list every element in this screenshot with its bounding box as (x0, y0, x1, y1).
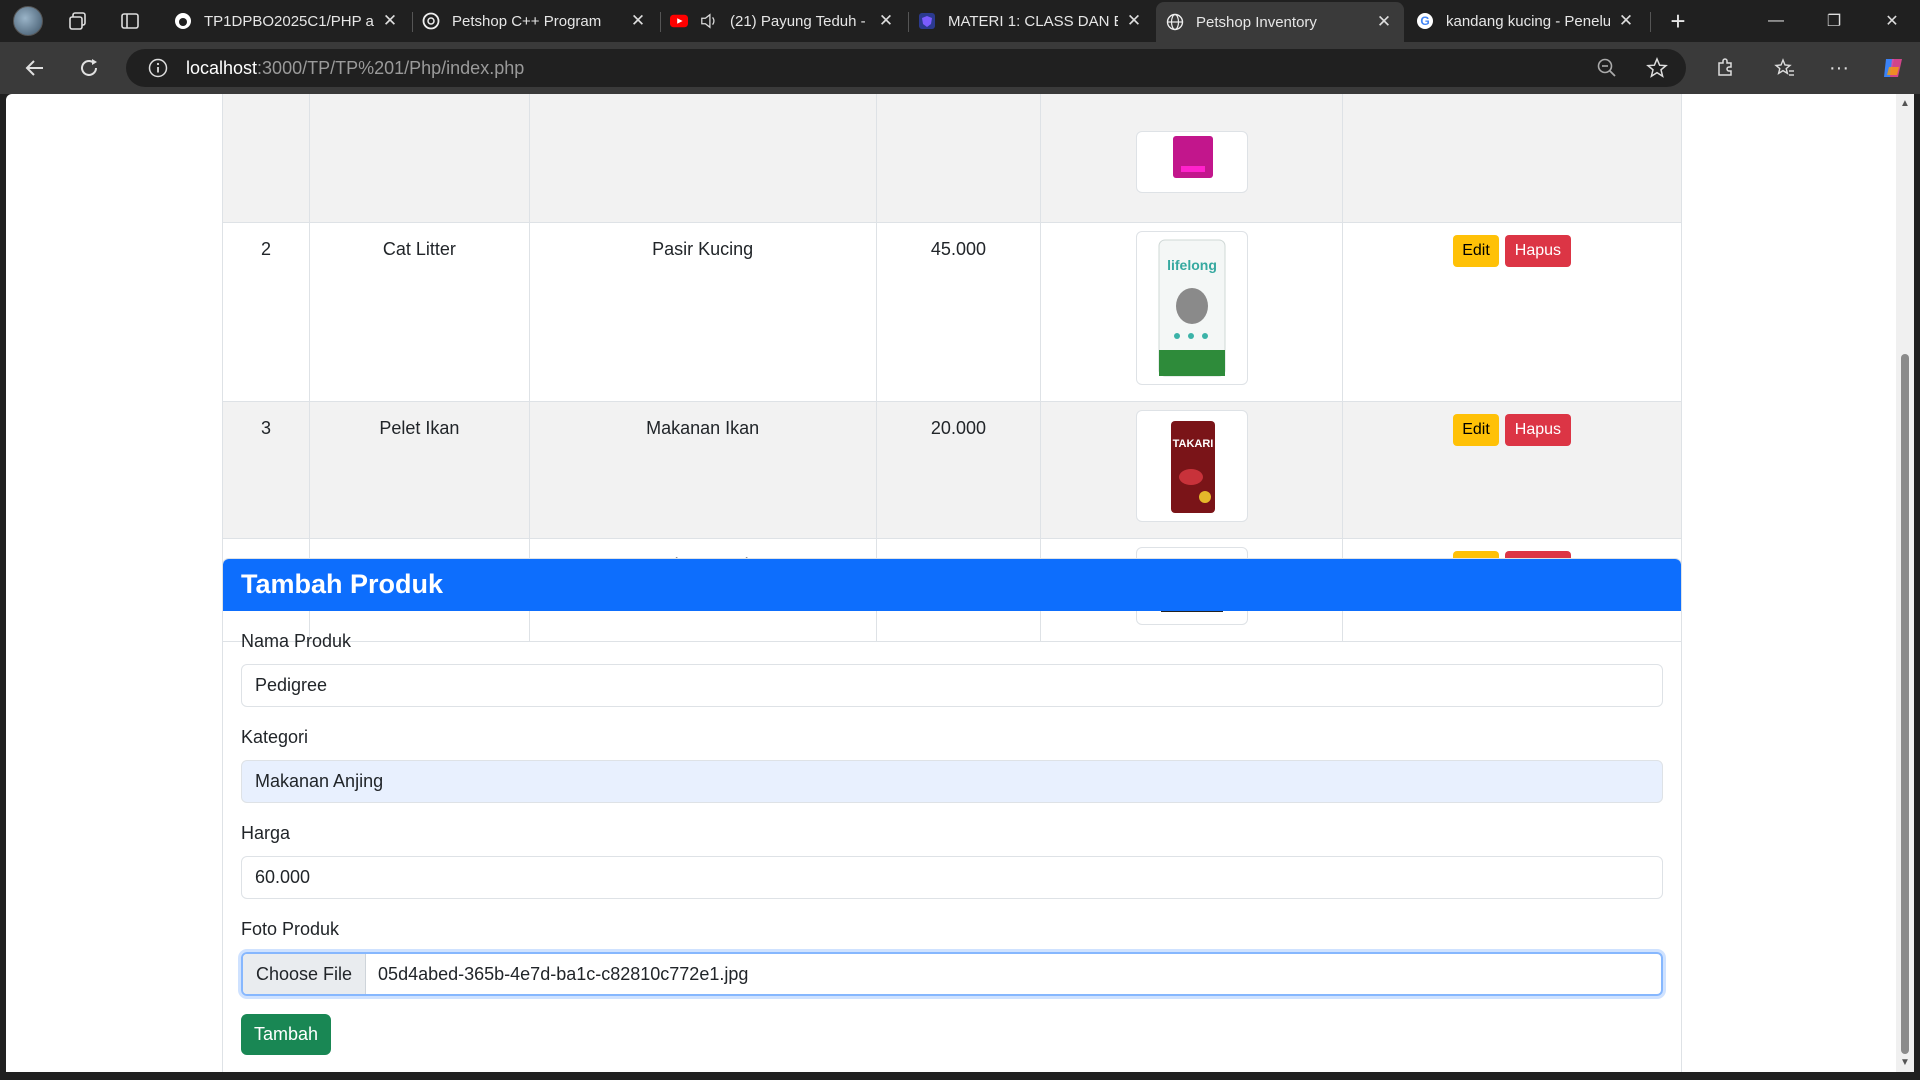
add-button[interactable]: Tambah (241, 1014, 332, 1055)
close-tab-icon[interactable]: ✕ (1374, 12, 1394, 32)
choose-file-button[interactable]: Choose File (243, 954, 367, 994)
delete-button[interactable]: Hapus (1504, 414, 1572, 446)
address-toolbar: localhost:3000/TP/TP%201/Php/index.php ·… (0, 42, 1920, 94)
youtube-icon (670, 12, 688, 30)
profile-avatar[interactable] (6, 0, 50, 42)
workspaces-icon[interactable] (56, 0, 100, 42)
vertical-tabs-icon[interactable] (108, 0, 152, 42)
pink-product-image (1135, 131, 1248, 193)
product-name-input[interactable]: Pedigree (241, 664, 1663, 707)
page-scrollbar[interactable]: ▲ ▼ (1896, 94, 1914, 1072)
add-product-card: Tambah Produk Nama Produk Pedigree Kateg… (222, 558, 1682, 1072)
github-icon (174, 12, 192, 30)
table-row: 3 Pelet Ikan Makanan Ikan 20.000 TAKARI … (222, 401, 1682, 539)
product-name: Pelet Ikan (308, 401, 530, 539)
tab-bar: TP1DPBO2025C1/PHP at m ✕ Petshop C++ Pro… (0, 0, 1920, 42)
category-input[interactable]: Makanan Anjing (241, 760, 1663, 803)
tab-petshop-cpp[interactable]: Petshop C++ Program ✕ (412, 4, 658, 38)
product-name: Cat Litter (308, 222, 530, 402)
close-tab-icon[interactable]: ✕ (1124, 11, 1144, 31)
row-number: 3 (222, 401, 310, 539)
name-label: Nama Produk (241, 631, 352, 651)
scroll-up-icon[interactable]: ▲ (1899, 98, 1911, 109)
site-info-icon[interactable] (146, 56, 170, 80)
shield-icon (918, 12, 936, 30)
close-tab-icon[interactable]: ✕ (380, 11, 400, 31)
category-label: Kategori (241, 727, 309, 747)
price-label: Harga (241, 823, 291, 843)
url-text: localhost:3000/TP/TP%201/Php/index.php (186, 57, 525, 78)
tab-github[interactable]: TP1DPBO2025C1/PHP at m ✕ (164, 4, 410, 38)
edit-button[interactable]: Edit (1453, 235, 1499, 267)
favorite-star-icon[interactable] (1640, 51, 1674, 85)
card-title: Tambah Produk (223, 559, 1681, 611)
product-price: 20.000 (875, 401, 1042, 539)
close-tab-icon[interactable]: ✕ (1616, 11, 1636, 31)
google-icon: G (1416, 12, 1434, 30)
scroll-down-icon[interactable]: ▼ (1899, 1057, 1911, 1068)
photo-label: Foto Produk (241, 919, 340, 939)
price-input[interactable]: 60.000 (241, 856, 1663, 899)
extensions-icon[interactable] (1708, 51, 1742, 85)
openai-icon (422, 12, 440, 30)
refresh-icon[interactable] (72, 51, 106, 85)
close-tab-icon[interactable]: ✕ (628, 11, 648, 31)
tab-petshop-inventory[interactable]: Petshop Inventory ✕ (1156, 2, 1404, 42)
table-row (222, 94, 1682, 223)
delete-button[interactable]: Hapus (1504, 235, 1572, 267)
close-window-icon[interactable]: ✕ (1864, 0, 1920, 42)
favorites-icon[interactable] (1768, 51, 1802, 85)
row-number: 2 (222, 222, 310, 402)
page-viewport: 2 Cat Litter Pasir Kucing 45.000 lifelon… (6, 94, 1896, 1072)
fish-food-bag-image: TAKARI (1135, 410, 1248, 522)
address-bar[interactable]: localhost:3000/TP/TP%201/Php/index.php (126, 49, 1686, 87)
svg-text:lifelong: lifelong (1167, 257, 1217, 273)
product-category: Pasir Kucing (528, 222, 877, 402)
tab-youtube[interactable]: (21) Payung Teduh - I ✕ (660, 4, 906, 38)
back-icon[interactable] (18, 51, 52, 85)
new-tab-button[interactable]: + (1660, 4, 1696, 38)
tab-google-search[interactable]: G kandang kucing - Penelus ✕ (1406, 4, 1646, 38)
globe-icon (1166, 13, 1184, 31)
product-category: Makanan Ikan (528, 401, 877, 539)
restore-icon[interactable]: ❐ (1806, 0, 1862, 42)
close-tab-icon[interactable]: ✕ (876, 11, 896, 31)
selected-file-name: 05d4abed-365b-4e7d-ba1c-c82810c772e1.jpg (378, 963, 749, 984)
speaker-icon[interactable] (700, 12, 718, 30)
product-price: 45.000 (875, 222, 1042, 402)
svg-text:G: G (1420, 14, 1429, 28)
edit-button[interactable]: Edit (1453, 414, 1499, 446)
tab-materi[interactable]: MATERI 1: CLASS DAN EN ✕ (908, 4, 1154, 38)
copilot-icon[interactable] (1876, 51, 1910, 85)
more-options-icon[interactable]: ··· (1822, 51, 1856, 85)
table-row: 2 Cat Litter Pasir Kucing 45.000 lifelon… (222, 222, 1682, 402)
minimize-icon[interactable]: — (1748, 0, 1804, 42)
add-product-form: Nama Produk Pedigree Kategori Makanan An… (223, 611, 1681, 1055)
cat-litter-bag-image: lifelong (1135, 231, 1248, 385)
scrollbar-thumb[interactable] (1901, 354, 1909, 1054)
zoom-out-icon[interactable] (1590, 51, 1624, 85)
svg-text:TAKARI: TAKARI (1172, 438, 1213, 450)
file-input[interactable]: Choose File 05d4abed-365b-4e7d-ba1c-c828… (241, 952, 1663, 996)
